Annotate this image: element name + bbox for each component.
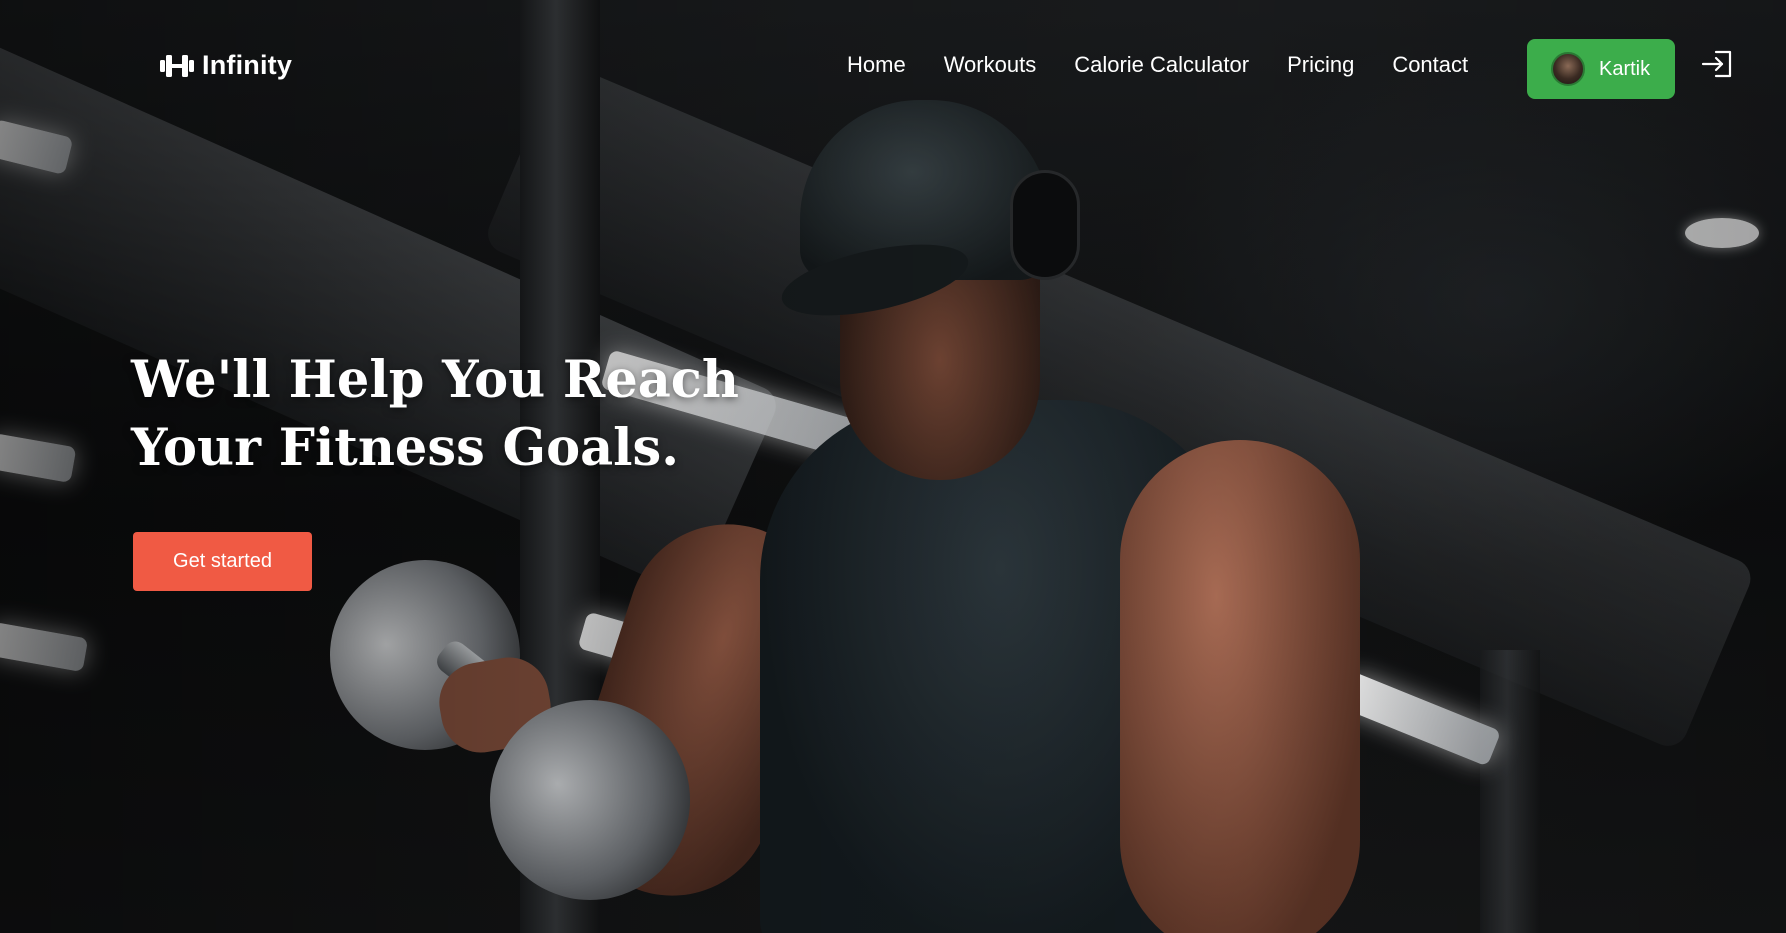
top-navigation: Infinity Home Workouts Calorie Calculato…	[0, 0, 1786, 140]
user-name: Kartik	[1599, 57, 1651, 80]
hero-headline: We'll Help You Reach Your Fitness Goals.	[131, 346, 851, 482]
headline-line-2: Your Fitness Goals.	[131, 418, 680, 478]
nav-home[interactable]: Home	[847, 52, 906, 78]
nav-workouts[interactable]: Workouts	[944, 52, 1037, 78]
nav-pricing[interactable]: Pricing	[1287, 52, 1354, 78]
user-avatar	[1551, 52, 1585, 86]
headline-line-1: We'll Help You Reach	[131, 350, 739, 410]
user-profile-button[interactable]: Kartik	[1527, 39, 1675, 99]
sign-in-icon[interactable]	[1700, 49, 1734, 79]
brand-logo[interactable]: Infinity	[160, 50, 292, 81]
nav-contact[interactable]: Contact	[1392, 52, 1468, 78]
dumbbell-icon	[160, 54, 194, 77]
brand-name: Infinity	[202, 50, 293, 80]
get-started-button[interactable]: Get started	[133, 532, 312, 591]
main-menu: Home Workouts Calorie Calculator Pricing…	[847, 52, 1506, 78]
nav-calorie-calculator[interactable]: Calorie Calculator	[1074, 52, 1249, 78]
